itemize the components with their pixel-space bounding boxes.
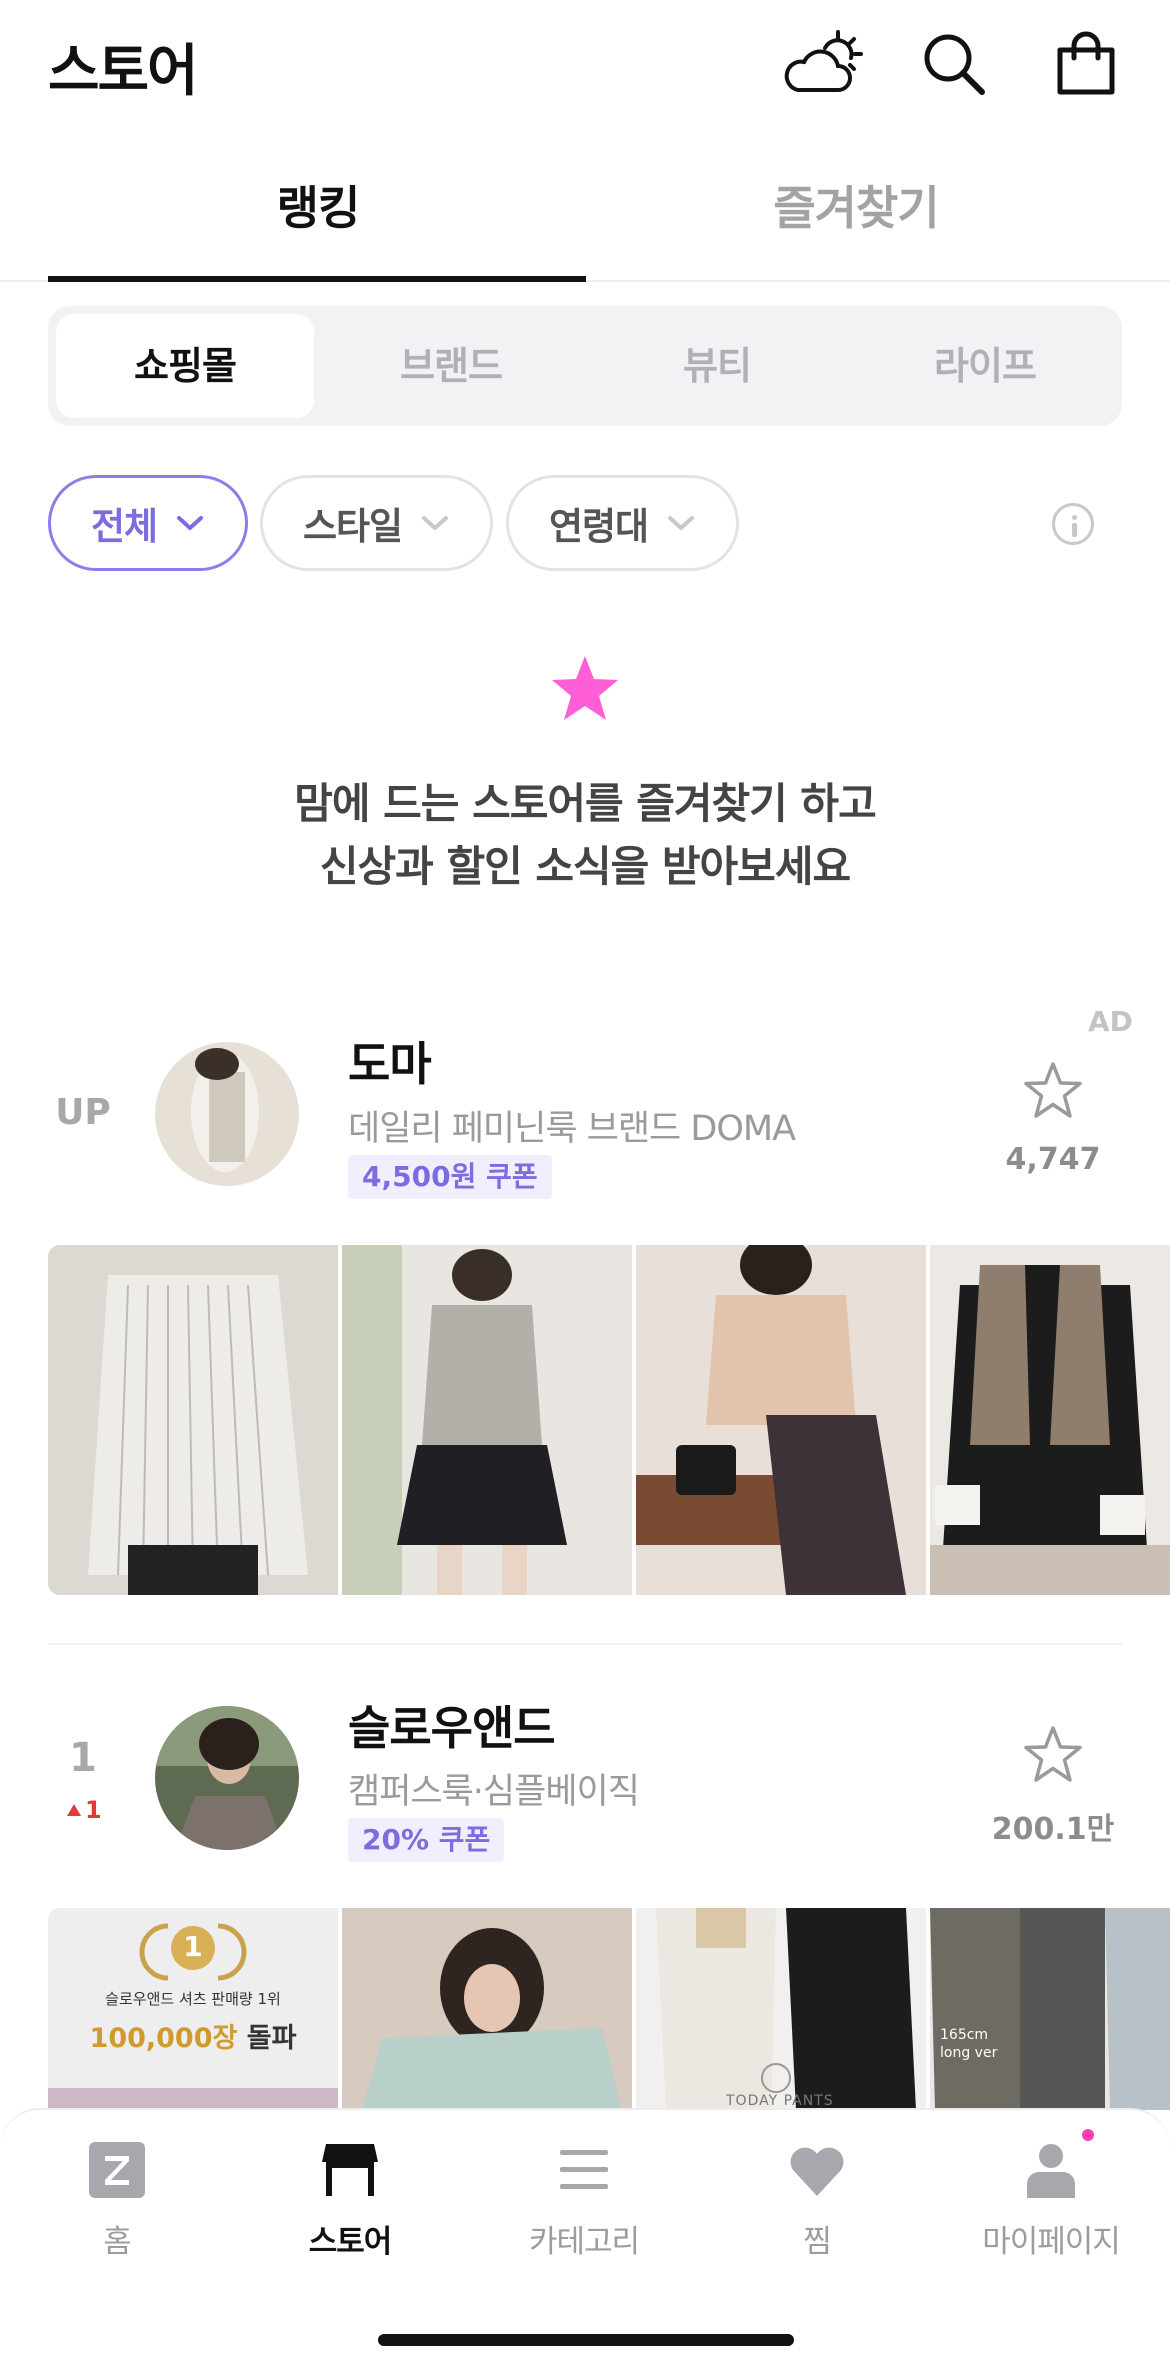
filter-age-label: 연령대 [548, 505, 649, 548]
badge-number: 1 [183, 1930, 203, 1963]
product-thumbnail[interactable]: 165cm long ver [930, 1908, 1170, 2110]
filter-all[interactable]: 전체 [48, 475, 248, 571]
app-header: 스토어 [0, 0, 1170, 125]
sales-headline-number: 100,000장 [89, 2023, 238, 2054]
star-outline-icon[interactable] [1022, 1724, 1084, 1786]
filter-all-label: 전체 [90, 505, 158, 548]
nav-category-label: 카테고리 [528, 2224, 640, 2260]
tab-ranking[interactable]: 랭킹 [48, 172, 588, 238]
sales-headline-suffix: 돌파 [237, 2023, 297, 2054]
nav-likes-label: 찜 [803, 2224, 832, 2260]
shopping-bag-icon[interactable] [1050, 28, 1122, 100]
heart-icon [790, 2147, 844, 2196]
size-note-version: long ver [940, 2045, 998, 2061]
nav-store-label: 스토어 [308, 2224, 393, 2260]
rank-change-value: 1 [85, 1796, 102, 1824]
avatar[interactable] [155, 1706, 299, 1850]
store-rank: 1 [69, 1735, 97, 1781]
product-thumbnail[interactable] [342, 1245, 632, 1595]
segment-shopping-mall[interactable]: 쇼핑몰 [56, 314, 314, 418]
nav-home[interactable]: 홈 [0, 2138, 234, 2261]
triangle-up-icon [67, 1804, 81, 1816]
page-title: 스토어 [48, 39, 199, 104]
brand-mark: TODAY PANTS [726, 2093, 834, 2109]
home-indicator [378, 2334, 794, 2346]
nav-mypage-label: 마이페이지 [982, 2224, 1121, 2260]
nav-category[interactable]: 카테고리 [467, 2138, 701, 2261]
active-tab-indicator [48, 276, 586, 282]
segment-life[interactable]: 라이프 [856, 314, 1114, 418]
product-thumbnail[interactable] [636, 1245, 926, 1595]
store-description: 캠퍼스룩·심플베이직 [348, 1772, 640, 1812]
star-outline-icon[interactable] [1022, 1060, 1084, 1122]
product-thumbnail[interactable]: 1 슬로우앤드 셔츠 판매량 1위 100,000장 돌파 [48, 1908, 338, 2110]
menu-icon [560, 2150, 608, 2189]
chevron-down-icon [177, 516, 204, 530]
top-tab-bar: 랭킹 즐겨찾기 [0, 150, 1170, 282]
info-icon[interactable] [1052, 503, 1094, 545]
segment-beauty[interactable]: 뷰티 [588, 314, 846, 418]
chevron-down-icon [668, 516, 695, 530]
notification-dot [1082, 2129, 1094, 2141]
store-description: 데일리 페미닌룩 브랜드 DOMA [348, 1109, 796, 1149]
filter-style[interactable]: 스타일 [260, 475, 493, 571]
chevron-down-icon [422, 516, 449, 530]
store-name[interactable]: 도마 [348, 1028, 432, 1094]
product-thumbnail[interactable] [342, 1908, 632, 2110]
product-thumbnail[interactable] [930, 1245, 1170, 1595]
coupon-badge[interactable]: 20% 쿠폰 [348, 1818, 505, 1862]
nav-mypage[interactable]: 마이페이지 [934, 2138, 1168, 2261]
rank-change: 1 [66, 1795, 110, 1825]
badge-caption: 슬로우앤드 셔츠 판매량 1위 [105, 1990, 281, 2008]
nav-likes[interactable]: 찜 [700, 2138, 934, 2261]
star-filled-icon [552, 656, 618, 720]
person-icon [1027, 2144, 1075, 2198]
product-thumbnail[interactable] [48, 1245, 338, 1595]
nav-store[interactable]: 스토어 [233, 2138, 467, 2261]
store-icon [322, 2144, 378, 2196]
z-home-icon [89, 2142, 145, 2198]
sales-headline: 100,000장 돌파 [48, 2016, 338, 2055]
filter-age[interactable]: 연령대 [506, 475, 739, 571]
favorite-count: 4,747 [1005, 1142, 1101, 1177]
store-rank: UP [55, 1092, 111, 1133]
divider [48, 1643, 1122, 1645]
avatar[interactable] [155, 1042, 299, 1186]
favorite-count: 200.1만 [991, 1812, 1115, 1847]
category-segmented-control: 쇼핑몰 브랜드 뷰티 라이프 [48, 306, 1122, 426]
store-screen: 스토어 랭킹 즐겨찾기 쇼핑몰 브랜드 뷰티 라이프 전체 스타일 연령대 맘에… [0, 0, 1170, 2374]
search-icon[interactable] [918, 28, 990, 100]
store-name[interactable]: 슬로우앤드 [348, 1692, 556, 1758]
tab-favorites[interactable]: 즐겨찾기 [586, 172, 1126, 238]
size-note-height: 165cm [940, 2027, 989, 2043]
weather-icon[interactable] [778, 28, 870, 100]
promo-text-line-1: 맘에 드는 스토어를 즐겨찾기 하고 [294, 779, 876, 828]
ad-label: AD [1088, 1005, 1133, 1038]
filter-style-label: 스타일 [302, 505, 403, 548]
nav-home-label: 홈 [103, 2224, 132, 2260]
promo-text-line-2: 신상과 할인 소식을 받아보세요 [319, 842, 851, 891]
product-thumbnail[interactable]: TODAY PANTS [636, 1908, 926, 2110]
size-note: 165cm long ver [940, 2026, 997, 2062]
coupon-badge[interactable]: 4,500원 쿠폰 [348, 1155, 552, 1199]
segment-brand[interactable]: 브랜드 [322, 314, 580, 418]
